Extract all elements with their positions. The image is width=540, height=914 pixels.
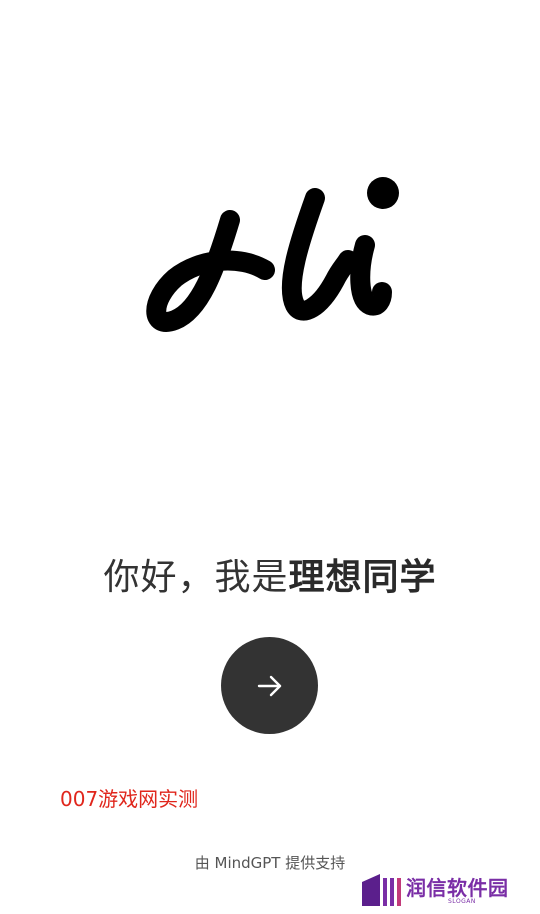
hi-script-logo [130,160,420,350]
greeting-text: 你好，我是理想同学 [0,548,540,600]
building-logo-icon [362,874,401,906]
greeting-prefix: 你好，我是 [103,557,289,598]
site-badge: 润信软件园 SLOGAN [360,870,530,910]
arrow-right-icon [257,675,281,696]
assistant-name: 理想同学 [288,557,437,598]
site-brand: 润信软件园 [406,876,509,900]
start-button[interactable] [221,637,318,734]
site-slogan: SLOGAN [448,898,476,905]
watermark-text: 007游戏网实测 [60,787,199,811]
hi-script-logo-icon [146,177,399,332]
